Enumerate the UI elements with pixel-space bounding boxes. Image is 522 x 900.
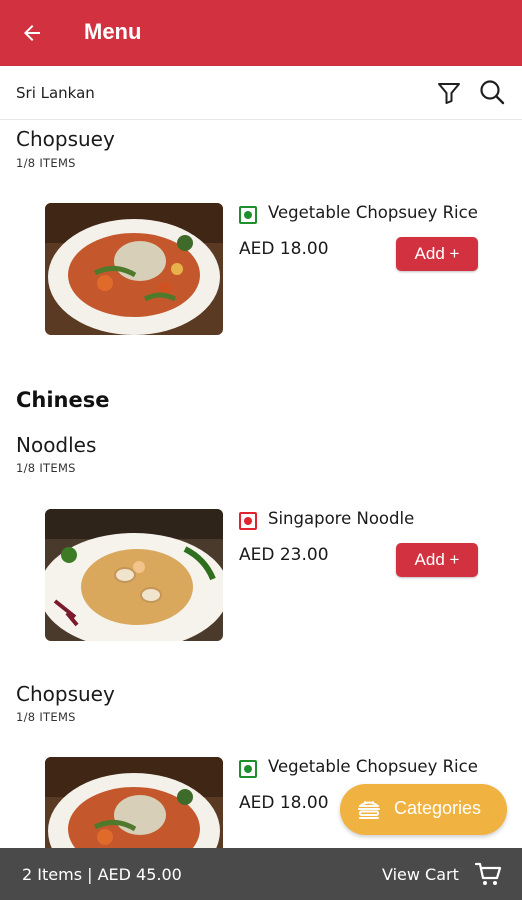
item-name: Singapore Noodle [268, 509, 415, 528]
menu-item: Singapore Noodle AED 23.00 Add + [0, 509, 522, 644]
food-image[interactable] [45, 509, 223, 641]
food-image[interactable] [45, 757, 223, 848]
veg-indicator [239, 206, 257, 224]
cart-summary: 2 Items | AED 45.00 [22, 865, 182, 884]
section-count: 1/8 ITEMS [16, 156, 76, 170]
filter-bar: Sri Lankan [0, 66, 522, 120]
add-button[interactable]: Add + [396, 237, 478, 271]
section-title: Noodles [16, 433, 97, 457]
filter-icon[interactable] [436, 80, 462, 106]
categories-button[interactable]: Categories [340, 784, 507, 835]
cart-icon[interactable] [474, 860, 502, 888]
item-price: AED 18.00 [239, 793, 329, 813]
section-count: 1/8 ITEMS [16, 710, 76, 724]
item-name: Vegetable Chopsuey Rice [268, 203, 478, 222]
section-count: 1/8 ITEMS [16, 461, 76, 475]
cuisine-group-title: Chinese [16, 388, 110, 412]
item-name: Vegetable Chopsuey Rice [268, 757, 478, 776]
app-bar: Menu [0, 0, 522, 66]
arrow-left-icon [24, 25, 40, 41]
food-image[interactable] [45, 203, 223, 335]
cuisine-label[interactable]: Sri Lankan [16, 84, 95, 102]
non-veg-indicator [239, 512, 257, 530]
back-button[interactable] [18, 19, 46, 47]
veg-indicator [239, 760, 257, 778]
food-categories-icon [358, 801, 380, 819]
section-title: Chopsuey [16, 682, 115, 706]
item-price: AED 23.00 [239, 545, 329, 565]
search-icon[interactable] [478, 78, 506, 106]
menu-list[interactable]: Chopsuey 1/8 ITEMS Vegetable Chopsuey Ri… [0, 121, 522, 848]
cart-bar[interactable]: 2 Items | AED 45.00 View Cart [0, 848, 522, 900]
menu-item: Vegetable Chopsuey Rice AED 18.00 Add + [0, 203, 522, 338]
page-title: Menu [84, 19, 142, 44]
add-button[interactable]: Add + [396, 543, 478, 577]
view-cart-button[interactable]: View Cart [382, 865, 459, 884]
item-price: AED 18.00 [239, 239, 329, 259]
section-title: Chopsuey [16, 127, 115, 151]
categories-label: Categories [394, 798, 482, 818]
